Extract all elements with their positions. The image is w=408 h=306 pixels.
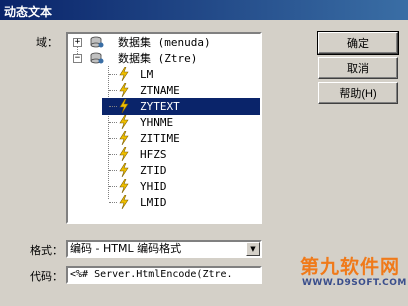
field-lightning-icon bbox=[119, 195, 129, 209]
dropdown-arrow-icon[interactable]: ▼ bbox=[246, 242, 260, 256]
tree-connector bbox=[109, 90, 117, 91]
tree-connector bbox=[109, 138, 117, 139]
field-lightning-icon bbox=[119, 147, 129, 161]
tree-field-label: ZITIME bbox=[140, 132, 180, 145]
tree-field-label: HFZS bbox=[140, 148, 167, 161]
tree-field-label: LM bbox=[140, 68, 154, 81]
field-lightning-icon bbox=[119, 99, 129, 113]
tree-group-label: 数据集 (menuda) bbox=[118, 36, 211, 49]
expand-icon[interactable]: + bbox=[73, 38, 82, 47]
format-select[interactable]: 编码 - HTML 编码格式 ▼ bbox=[66, 240, 262, 258]
tree-connector bbox=[109, 202, 117, 203]
format-label: 格式： bbox=[30, 244, 63, 257]
window-title: 动态文本 bbox=[4, 5, 53, 19]
tree-field-item[interactable]: ZTNAME bbox=[68, 82, 260, 99]
field-lightning-icon bbox=[119, 163, 129, 177]
database-icon bbox=[90, 52, 104, 64]
help-button[interactable]: 帮助(H) bbox=[318, 82, 398, 104]
field-lightning-icon bbox=[119, 179, 129, 193]
tree-field-label: YHNME bbox=[140, 116, 174, 129]
domain-label: 域： bbox=[36, 36, 58, 49]
tree-field-item[interactable]: ZYTEXT bbox=[68, 98, 260, 115]
watermark-logo: 第九软件网 WWW.D9SOFT.COM bbox=[300, 252, 407, 300]
ok-button[interactable]: 确定 bbox=[317, 31, 399, 55]
tree-connector bbox=[109, 74, 117, 75]
field-lightning-icon bbox=[119, 115, 129, 129]
cancel-button[interactable]: 取消 bbox=[318, 57, 398, 79]
tree-field-item[interactable]: ZTID bbox=[68, 162, 260, 179]
tree-field-label: LMID bbox=[140, 196, 167, 209]
code-field[interactable]: <%# Server.HtmlEncode(Ztre. bbox=[66, 266, 262, 284]
field-lightning-icon bbox=[119, 131, 129, 145]
domain-tree[interactable]: + 数据集 (menuda) − 数据集 (Ztre) LM ZTNAME ZYTE… bbox=[66, 32, 262, 224]
tree-field-item[interactable]: LM bbox=[68, 66, 260, 83]
watermark-url: WWW.D9SOFT.COM bbox=[302, 278, 407, 288]
tree-field-item[interactable]: YHID bbox=[68, 178, 260, 195]
tree-connector bbox=[109, 170, 117, 171]
format-select-value: 编码 - HTML 编码格式 bbox=[70, 242, 182, 255]
tree-field-label: ZTNAME bbox=[140, 84, 180, 97]
tree-field-item[interactable]: LMID bbox=[68, 194, 260, 211]
tree-field-label: YHID bbox=[140, 180, 167, 193]
watermark-text: 第九软件网 bbox=[300, 256, 401, 278]
field-lightning-icon bbox=[119, 67, 129, 81]
code-label: 代码： bbox=[30, 270, 63, 283]
code-field-value: <%# Server.HtmlEncode(Ztre. bbox=[70, 269, 233, 280]
tree-field-label: ZYTEXT bbox=[140, 100, 180, 113]
tree-connector bbox=[109, 154, 117, 155]
tree-field-item[interactable]: ZITIME bbox=[68, 130, 260, 147]
tree-field-item[interactable]: HFZS bbox=[68, 146, 260, 163]
database-icon bbox=[90, 36, 104, 48]
tree-connector bbox=[109, 122, 117, 123]
tree-connector bbox=[109, 106, 117, 107]
field-lightning-icon bbox=[119, 83, 129, 97]
tree-field-item[interactable]: YHNME bbox=[68, 114, 260, 131]
collapse-icon[interactable]: − bbox=[73, 54, 82, 63]
tree-group-label: 数据集 (Ztre) bbox=[118, 52, 198, 65]
tree-connector bbox=[109, 186, 117, 187]
tree-field-label: ZTID bbox=[140, 164, 167, 177]
tree-group-ztre[interactable]: − 数据集 (Ztre) bbox=[68, 50, 260, 67]
tree-group-menuda[interactable]: + 数据集 (menuda) bbox=[68, 34, 260, 51]
title-bar: 动态文本 bbox=[0, 0, 408, 20]
